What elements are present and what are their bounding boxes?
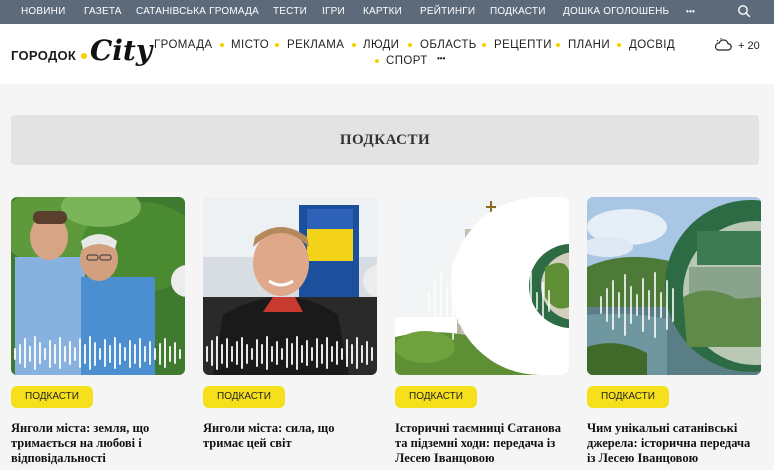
waveform-icon (428, 262, 550, 340)
card-thumbnail[interactable] (11, 197, 185, 375)
menu-item-recipes[interactable]: РЕЦЕПТИ (494, 38, 552, 52)
logo-script: City (90, 34, 153, 67)
menu-separator (220, 43, 224, 47)
waveform-icon (14, 336, 181, 370)
site-logo[interactable]: ГОРОДОК City (11, 34, 152, 74)
card-thumbnail[interactable] (203, 197, 377, 375)
top-nav-newspaper[interactable]: ГАЗЕТА (84, 0, 122, 24)
top-nav-news[interactable]: НОВИНИ (21, 0, 65, 24)
menu-item-sport[interactable]: СПОРТ (386, 54, 428, 68)
cloud-icon (714, 38, 732, 51)
menu-item-experience[interactable]: ДОСВІД (629, 38, 675, 52)
card-title[interactable]: Янголи міста: сила, що тримає цей світ (203, 421, 377, 451)
menu-separator (375, 59, 379, 63)
waveform-icon (600, 272, 674, 338)
top-nav-games[interactable]: ІГРИ (322, 0, 345, 24)
podcast-card[interactable]: ПОДКАСТИ Чим унікальні сатанівські джере… (587, 197, 761, 470)
top-nav-more[interactable]: ••• (686, 0, 695, 24)
category-tag[interactable]: ПОДКАСТИ (11, 386, 93, 408)
podcast-card[interactable]: ПОДКАСТИ Янголи міста: сила, що тримає ц… (203, 197, 377, 470)
menu-item-ads[interactable]: РЕКЛАМА (287, 38, 344, 52)
category-tag[interactable]: ПОДКАСТИ (395, 386, 477, 408)
podcast-card[interactable]: ПОДКАСТИ Янголи міста: земля, що тримаєт… (11, 197, 185, 470)
logo-dot (81, 53, 87, 59)
top-nav-podcasts[interactable]: ПОДКАСТИ (490, 0, 546, 24)
menu-item-region[interactable]: ОБЛАСТЬ (420, 38, 477, 52)
menu-separator (352, 43, 356, 47)
menu-item-people[interactable]: ЛЮДИ (363, 38, 399, 52)
card-title[interactable]: Історичні таємниці Сатанова та підземні … (395, 421, 569, 466)
menu-separator (482, 43, 486, 47)
temperature: + 20 (738, 40, 760, 52)
top-nav-community[interactable]: САТАНІВСЬКА ГРОМАДА (136, 0, 259, 24)
podcast-card[interactable]: ПОДКАСТИ Історичні таємниці Сатанова та … (395, 197, 569, 470)
menu-item-city[interactable]: МІСТО (231, 38, 269, 52)
site-header: ГОРОДОК City ГРОМАДА МІСТО РЕКЛАМА ЛЮДИ … (0, 24, 774, 84)
menu-item-community[interactable]: ГРОМАДА (154, 38, 212, 52)
top-navigation-bar: НОВИНИ ГАЗЕТА САТАНІВСЬКА ГРОМАДА ТЕСТИ … (0, 0, 774, 24)
top-nav-ratings[interactable]: РЕЙТИНГИ (420, 0, 475, 24)
card-title[interactable]: Янголи міста: земля, що тримається на лю… (11, 421, 185, 466)
top-nav-cards[interactable]: КАРТКИ (363, 0, 402, 24)
search-icon[interactable] (736, 3, 752, 19)
card-thumbnail[interactable] (395, 197, 569, 375)
menu-separator (556, 43, 560, 47)
top-nav-board[interactable]: ДОШКА ОГОЛОШЕНЬ (563, 0, 669, 24)
card-thumbnail[interactable] (587, 197, 761, 375)
menu-separator (275, 43, 279, 47)
card-title[interactable]: Чим унікальні сатанівські джерела: істор… (587, 421, 761, 466)
menu-separator (408, 43, 412, 47)
category-tag[interactable]: ПОДКАСТИ (587, 386, 669, 408)
category-tag[interactable]: ПОДКАСТИ (203, 386, 285, 408)
page-title: ПОДКАСТИ (339, 132, 431, 148)
page-title-banner: ПОДКАСТИ (11, 115, 759, 165)
menu-more[interactable]: ••• (437, 54, 445, 63)
waveform-icon (206, 336, 373, 370)
logo-wordmark: ГОРОДОК (11, 48, 77, 63)
menu-item-plans[interactable]: ПЛАНИ (568, 38, 610, 52)
menu-separator (617, 43, 621, 47)
top-nav-tests[interactable]: ТЕСТИ (273, 0, 307, 24)
